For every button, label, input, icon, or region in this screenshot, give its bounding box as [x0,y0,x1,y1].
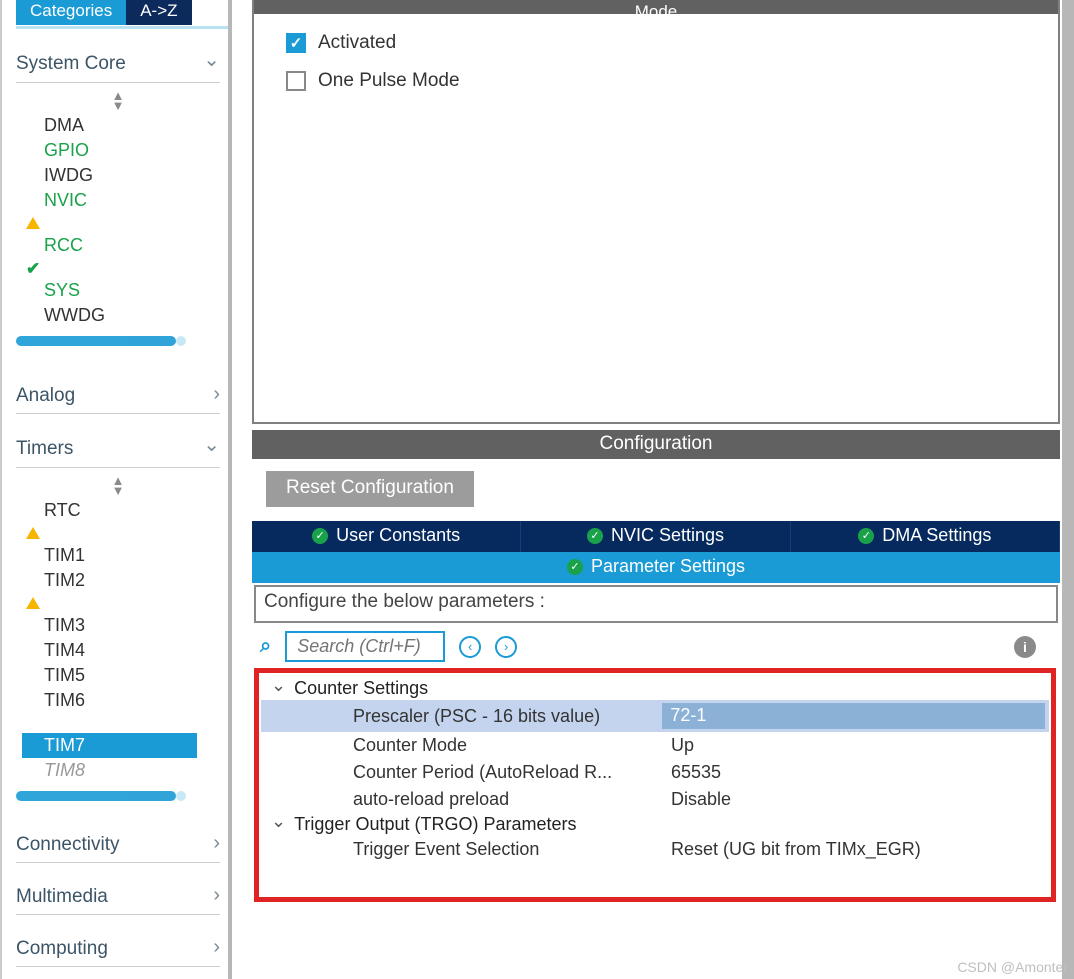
param-counter-mode[interactable]: Counter Mode Up [261,732,1049,759]
chevron-right-icon [213,384,220,407]
category-label: Computing [16,938,108,960]
divider [1062,0,1074,979]
one-pulse-checkbox[interactable] [286,71,306,91]
group-trgo-parameters[interactable]: Trigger Output (TRGO) Parameters [261,813,1049,836]
highlighted-parameters: Counter Settings Prescaler (PSC - 16 bit… [254,668,1056,902]
info-icon[interactable]: i [1014,636,1036,658]
param-counter-period[interactable]: Counter Period (AutoReload R... 65535 [261,759,1049,786]
tab-label: DMA Settings [882,525,991,546]
param-value: Disable [671,789,1049,810]
tab-label: User Constants [336,525,460,546]
sidebar-item-rcc[interactable]: RCC [26,233,220,258]
category-multimedia[interactable]: Multimedia [16,885,220,908]
scrollbar[interactable] [16,336,176,346]
warning-icon [26,527,40,539]
sidebar-item-wwdg[interactable]: WWDG [26,303,220,328]
sidebar-item-iwdg[interactable]: IWDG [26,163,220,188]
sidebar: Categories A->Z System Core ▲▼ DMA GPIO … [0,0,230,979]
category-label: Analog [16,385,75,407]
sidebar-item-dma[interactable]: DMA [26,113,220,138]
sidebar-tab-underline [16,26,230,29]
sidebar-tab-az[interactable]: A->Z [126,0,191,25]
scrollbar[interactable] [16,791,176,801]
divider [228,0,232,979]
param-trigger-event-selection[interactable]: Trigger Event Selection Reset (UG bit fr… [261,836,1049,863]
chevron-down-icon [271,814,286,835]
reset-configuration-button[interactable]: Reset Configuration [266,471,474,507]
tab-label: Parameter Settings [591,556,745,577]
tab-dma-settings[interactable]: ✓ DMA Settings [791,521,1060,552]
chevron-right-icon [213,937,220,960]
collapse-all-button[interactable]: ‹ [459,636,481,658]
chevron-down-icon [203,51,220,76]
status-ok-icon: ✓ [312,528,328,544]
check-icon: ✔ [26,714,40,733]
param-value: 65535 [671,762,1049,783]
chevron-right-icon [213,885,220,908]
tab-nvic-settings[interactable]: ✓ NVIC Settings [521,521,790,552]
category-analog[interactable]: Analog [16,384,220,407]
sidebar-item-sys[interactable]: SYS [26,278,220,303]
param-auto-reload-preload[interactable]: auto-reload preload Disable [261,786,1049,813]
param-key: Prescaler (PSC - 16 bits value) [353,706,666,727]
sidebar-item-gpio[interactable]: GPIO [26,138,220,163]
mode-panel-header: Mode [252,0,1060,14]
sidebar-item-nvic[interactable]: NVIC [26,188,220,213]
category-label: System Core [16,53,126,75]
watermark: CSDN @Amonter [957,959,1068,975]
group-counter-settings[interactable]: Counter Settings [261,677,1049,700]
param-key: Counter Mode [353,735,671,756]
search-input[interactable] [285,631,445,662]
tab-user-constants[interactable]: ✓ User Constants [252,521,521,552]
tab-parameter-settings[interactable]: ✓ Parameter Settings [252,552,1060,583]
sort-handle-icon[interactable]: ▲▼ [16,91,220,111]
chevron-right-icon [213,833,220,856]
status-ok-icon: ✓ [858,528,874,544]
sidebar-item-rtc[interactable]: RTC [26,498,220,523]
warning-icon [26,597,40,609]
sidebar-item-tim6[interactable]: TIM6 [26,688,220,713]
tab-label: NVIC Settings [611,525,724,546]
param-key: Counter Period (AutoReload R... [353,762,671,783]
sidebar-tab-categories[interactable]: Categories [16,0,126,25]
sidebar-item-tim4[interactable]: TIM4 [26,638,220,663]
sidebar-item-tim7[interactable]: TIM7 [22,733,197,758]
check-icon: ✔ [26,259,40,278]
chevron-down-icon [271,678,286,699]
param-prescaler[interactable]: Prescaler (PSC - 16 bits value) 72-1 [261,700,1049,732]
group-label: Counter Settings [294,678,428,699]
sort-handle-icon[interactable]: ▲▼ [16,476,220,496]
param-key: Trigger Event Selection [353,839,671,860]
expand-all-button[interactable]: › [495,636,517,658]
activated-checkbox[interactable] [286,33,306,53]
sidebar-item-tim1[interactable]: TIM1 [26,543,220,568]
mode-panel: Activated One Pulse Mode [252,14,1060,424]
warning-icon [26,217,40,229]
category-connectivity[interactable]: Connectivity [16,833,220,856]
main-area: Mode Activated One Pulse Mode Configurat… [252,0,1060,979]
category-timers[interactable]: Timers [16,436,220,461]
status-ok-icon: ✓ [567,559,583,575]
category-computing[interactable]: Computing [16,937,220,960]
sidebar-item-tim8[interactable]: TIM8 [26,758,220,783]
param-value: Up [671,735,1049,756]
search-icon[interactable]: ⌕ [260,635,271,658]
category-system-core[interactable]: System Core [16,51,220,76]
category-label: Multimedia [16,886,108,908]
param-value-input[interactable]: 72-1 [662,703,1045,729]
category-label: Connectivity [16,834,120,856]
chevron-down-icon [203,436,220,461]
category-label: Timers [16,438,73,460]
configuration-header: Configuration [252,430,1060,459]
group-label: Trigger Output (TRGO) Parameters [294,814,576,835]
one-pulse-label: One Pulse Mode [318,70,460,92]
status-ok-icon: ✓ [587,528,603,544]
instruction-text: Configure the below parameters : [254,585,1058,623]
param-value: Reset (UG bit from TIMx_EGR) [671,839,1049,860]
sidebar-item-tim5[interactable]: TIM5 [26,663,220,688]
sidebar-item-tim2[interactable]: TIM2 [26,568,220,593]
sidebar-item-tim3[interactable]: TIM3 [26,613,220,638]
param-key: auto-reload preload [353,789,671,810]
activated-label: Activated [318,32,396,54]
